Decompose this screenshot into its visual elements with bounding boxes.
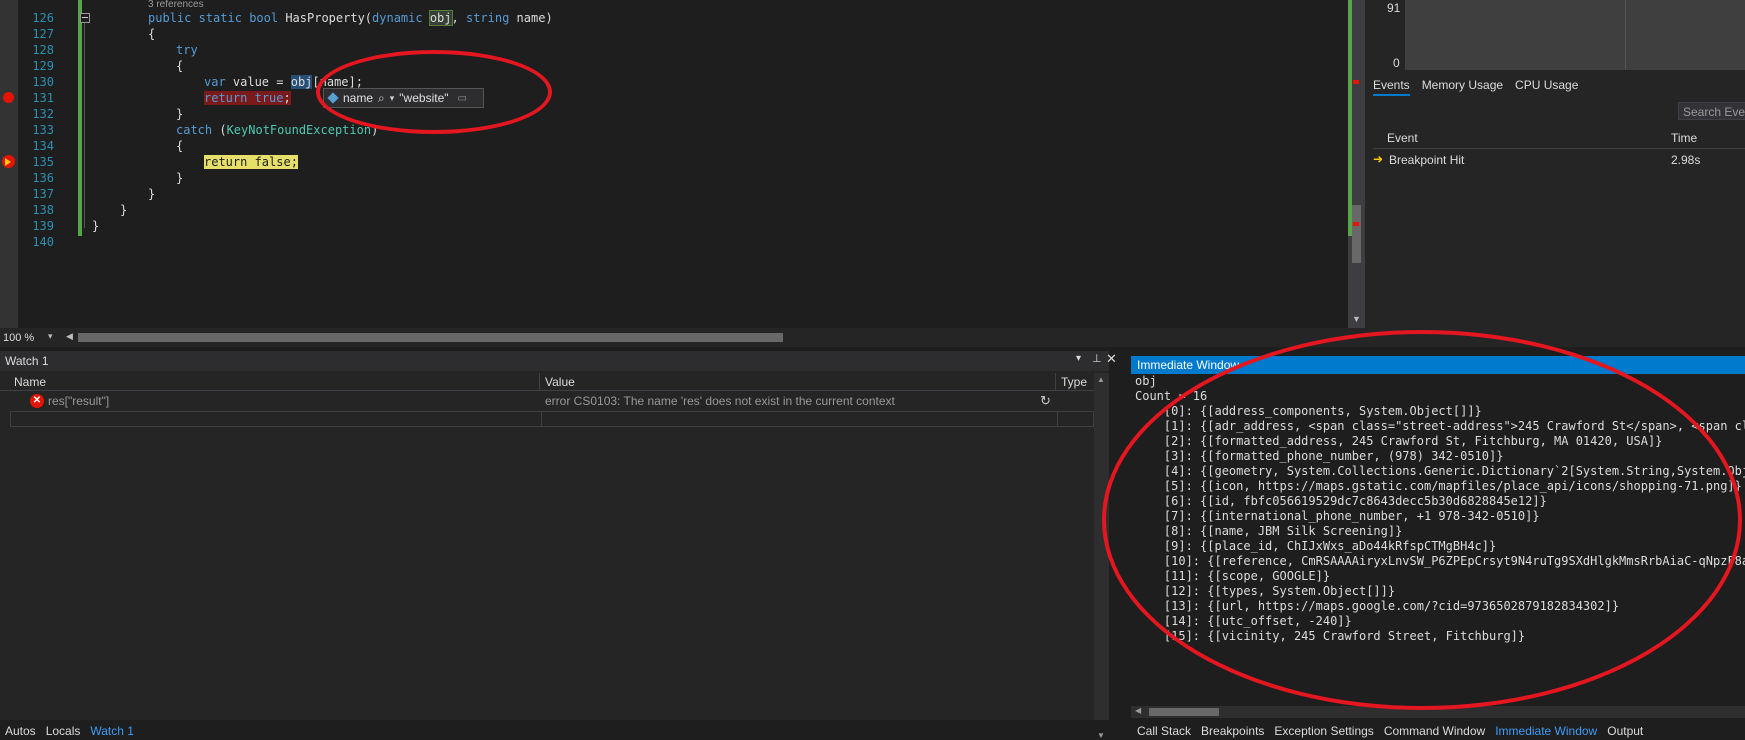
line-number: 129 (32, 59, 54, 73)
tool-window-tabs-left: Autos Locals Watch 1 (5, 722, 134, 739)
line-number: 140 (32, 235, 54, 249)
collapse-icon[interactable] (80, 13, 90, 23)
tab-autos[interactable]: Autos (5, 724, 36, 738)
code-line-138[interactable]: } (120, 203, 127, 217)
code-line-134[interactable]: { (176, 139, 183, 153)
close-icon[interactable]: ✕ (1106, 351, 1117, 367)
col-event[interactable]: Event (1387, 131, 1418, 145)
line-number: 128 (32, 43, 54, 57)
code-line-133[interactable]: catch (KeyNotFoundException) (176, 123, 378, 137)
arrow-icon: ➜ (1373, 152, 1384, 166)
scroll-left-icon[interactable]: ◀ (66, 331, 73, 342)
diagnostic-tabs: Events Memory Usage CPU Usage (1365, 76, 1745, 96)
chevron-down-icon[interactable]: ▾ (390, 93, 395, 104)
tab-memory-usage[interactable]: Memory Usage (1422, 76, 1503, 96)
tab-breakpoints[interactable]: Breakpoints (1201, 724, 1264, 738)
immediate-output[interactable]: obj Count = 16 [0]: {[address_components… (1135, 374, 1745, 644)
tool-window-tabs-right: Call Stack Breakpoints Exception Setting… (1137, 722, 1643, 739)
code-line-131[interactable]: return true; (204, 91, 291, 105)
editor-status-bar: 100 % ▾ ◀ (0, 328, 1365, 347)
line-number: 134 (32, 139, 54, 153)
refresh-icon[interactable]: ↻ (1040, 392, 1051, 410)
code-line-139[interactable]: } (92, 219, 99, 233)
graph-min-label: 0 (1393, 56, 1400, 70)
tab-watch-1[interactable]: Watch 1 (90, 724, 134, 738)
search-events-input[interactable]: Search Events (1678, 102, 1745, 120)
col-name[interactable]: Name (0, 373, 540, 391)
watch-scrollbar[interactable]: ▲ ▼ (1094, 373, 1109, 740)
immediate-window[interactable]: Immediate Window obj Count = 16 [0]: {[a… (1131, 356, 1745, 720)
event-time: 2.98s (1671, 153, 1701, 167)
tab-exception-settings[interactable]: Exception Settings (1274, 724, 1373, 738)
code-line-132[interactable]: } (176, 107, 183, 121)
pin-icon[interactable]: ▭ (458, 93, 467, 104)
tab-command-window[interactable]: Command Window (1384, 724, 1485, 738)
code-line-129[interactable]: { (176, 59, 183, 73)
chevron-down-icon[interactable]: ▾ (1076, 353, 1081, 364)
editor-vertical-scrollbar[interactable]: ▼ (1348, 0, 1365, 328)
datatip-name: name (343, 91, 374, 105)
breakpoint-current-icon[interactable] (2, 155, 15, 168)
chevron-down-icon[interactable]: ▾ (48, 331, 53, 342)
watch-value: error CS0103: The name 'res' does not ex… (545, 394, 895, 408)
line-number: 135 (32, 155, 54, 169)
graph-max-label: 91 (1387, 1, 1401, 15)
event-name: Breakpoint Hit (1389, 153, 1465, 167)
scrollbar-thumb[interactable] (1149, 708, 1219, 716)
pin-icon[interactable]: ⊥ (1092, 352, 1102, 365)
line-number: 139 (32, 219, 54, 233)
event-row[interactable]: ➜ Breakpoint Hit 2.98s (1373, 152, 1745, 170)
code-line-135[interactable]: return false; (204, 155, 298, 169)
breakpoint-icon[interactable] (3, 92, 14, 103)
col-type[interactable]: Type (1056, 373, 1094, 391)
scrollbar-thumb[interactable] (78, 333, 783, 342)
code-line-130[interactable]: var value = obj[name]; (204, 75, 363, 89)
line-number: 131 (32, 91, 54, 105)
references-codelens[interactable]: 3 references (148, 0, 204, 10)
panel-title: Watch 1 (5, 354, 49, 368)
tab-events[interactable]: Events (1373, 76, 1410, 96)
change-indicator (78, 0, 82, 236)
datatip-value[interactable]: "website" (399, 91, 448, 105)
watch-expression[interactable]: res["result"] (48, 392, 109, 410)
code-line-127[interactable]: { (148, 27, 155, 41)
code-line-136[interactable]: } (176, 171, 183, 185)
col-time[interactable]: Time (1671, 131, 1697, 145)
line-number: 133 (32, 123, 54, 137)
table-row[interactable]: ✕ res["result"] error CS0103: The name '… (0, 392, 1094, 410)
line-number: 126 (32, 11, 54, 25)
field-icon (327, 92, 339, 104)
code-line-128[interactable]: try (176, 43, 198, 57)
events-header: Event Time (1373, 128, 1745, 149)
diagnostic-tools-panel: 91 0 Events Memory Usage CPU Usage Searc… (1365, 0, 1745, 347)
error-icon: ✕ (30, 394, 44, 408)
outline-line (84, 23, 85, 228)
panel-title: Immediate Window (1131, 356, 1745, 374)
tab-cpu-usage[interactable]: CPU Usage (1515, 76, 1578, 96)
line-number: 130 (32, 75, 54, 89)
code-line-126[interactable]: public static bool HasProperty(dynamic o… (148, 10, 553, 26)
immediate-horizontal-scrollbar[interactable]: ◀ (1131, 706, 1745, 718)
code-editor[interactable]: 3 references 126 127 128 129 130 131 132… (0, 0, 1348, 328)
code-line-137[interactable]: } (148, 187, 155, 201)
line-number: 127 (32, 27, 54, 41)
zoom-dropdown[interactable]: 100 % (3, 332, 63, 344)
col-value[interactable]: Value (540, 373, 1056, 391)
memory-graph (1405, 0, 1745, 70)
line-number: 136 (32, 171, 54, 185)
magnifier-icon[interactable]: ⌕ (378, 91, 385, 106)
line-number: 137 (32, 187, 54, 201)
datatip[interactable]: name ⌕ ▾ "website" ▭ (323, 88, 484, 108)
line-number: 138 (32, 203, 54, 217)
watch-panel: Watch 1 ▾ ⊥ ✕ Name Value Type ✕ res["res… (0, 351, 1117, 740)
tab-immediate-window[interactable]: Immediate Window (1495, 724, 1597, 738)
editor-horizontal-scrollbar[interactable] (78, 333, 1358, 342)
scrollbar-thumb[interactable] (1352, 205, 1361, 263)
tab-output[interactable]: Output (1607, 724, 1643, 738)
line-number: 132 (32, 107, 54, 121)
tab-locals[interactable]: Locals (46, 724, 81, 738)
watch-titlebar: Watch 1 ▾ ⊥ ✕ (0, 351, 1117, 371)
new-watch-row[interactable] (10, 411, 1094, 427)
tab-call-stack[interactable]: Call Stack (1137, 724, 1191, 738)
